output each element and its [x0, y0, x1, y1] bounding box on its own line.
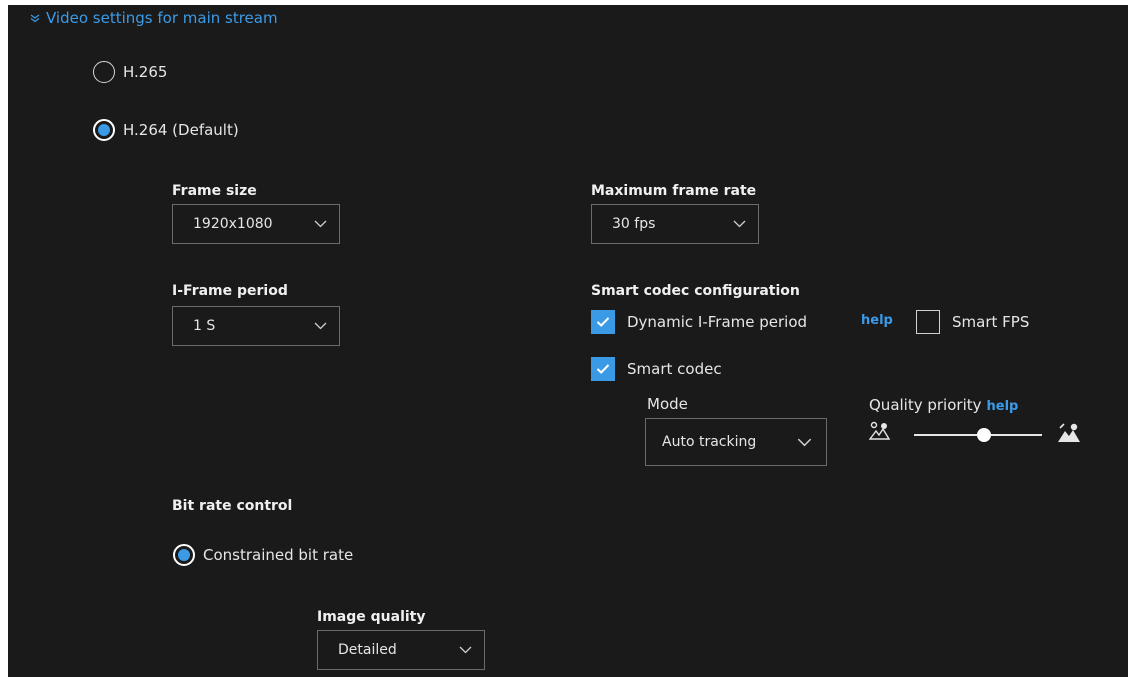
chevron-down-icon — [733, 220, 746, 228]
dynamic-iframe-row: Dynamic I-Frame period — [591, 310, 807, 334]
radio-button[interactable] — [173, 544, 195, 566]
select-value: 1920x1080 — [193, 216, 273, 232]
smart-fps-label: Smart FPS — [952, 313, 1030, 331]
high-quality-icon — [1058, 423, 1080, 442]
frame-size-select[interactable]: 1920x1080 — [172, 204, 340, 244]
quality-priority-header: Quality priority help — [869, 396, 1018, 414]
select-value: Detailed — [338, 642, 397, 658]
radio-constrained-bit-rate[interactable]: Constrained bit rate — [173, 544, 353, 566]
frame-size-label: Frame size — [172, 183, 257, 199]
radio-h264[interactable]: H.264 (Default) — [93, 119, 239, 141]
radio-label: Constrained bit rate — [203, 546, 354, 564]
smart-codec-label: Smart codec — [627, 360, 722, 378]
bit-rate-label: Bit rate control — [172, 498, 293, 514]
chevron-down-icon — [314, 220, 327, 228]
dynamic-iframe-checkbox[interactable] — [591, 310, 615, 334]
checkmark-icon — [596, 364, 610, 374]
select-value: Auto tracking — [662, 434, 757, 450]
chevron-down-icon — [797, 438, 812, 446]
settings-panel: Video settings for main stream H.265 H.2… — [8, 5, 1128, 677]
image-quality-label: Image quality — [317, 609, 426, 625]
iframe-period-label: I-Frame period — [172, 283, 288, 299]
smart-fps-checkbox[interactable] — [916, 310, 940, 334]
radio-h265[interactable]: H.265 — [93, 61, 167, 83]
quality-priority-help-link[interactable]: help — [987, 399, 1019, 414]
chevron-down-icon — [314, 322, 327, 330]
select-value: 30 fps — [612, 216, 656, 232]
radio-label: H.264 (Default) — [123, 121, 239, 139]
radio-label: H.265 — [123, 63, 168, 81]
section-title: Video settings for main stream — [46, 9, 278, 27]
image-quality-select[interactable]: Detailed — [317, 630, 485, 670]
smart-codec-checkbox[interactable] — [591, 357, 615, 381]
smart-codec-config-label: Smart codec configuration — [591, 283, 800, 299]
dynamic-iframe-label: Dynamic I-Frame period — [627, 313, 808, 331]
dynamic-iframe-help-link[interactable]: help — [861, 313, 893, 328]
quality-slider-thumb[interactable] — [977, 428, 992, 442]
checkmark-icon — [596, 317, 610, 327]
radio-button[interactable] — [93, 61, 115, 83]
radio-button[interactable] — [93, 119, 115, 141]
low-quality-icon — [869, 421, 891, 440]
max-frame-rate-label: Maximum frame rate — [591, 183, 757, 199]
quality-priority-label: Quality priority — [869, 396, 982, 414]
select-value: 1 S — [193, 318, 216, 334]
max-frame-rate-select[interactable]: 30 fps — [591, 204, 759, 244]
chevron-down-icon — [459, 646, 472, 654]
section-toggle[interactable]: Video settings for main stream — [30, 9, 278, 27]
smart-codec-row: Smart codec — [591, 357, 722, 381]
smart-fps-row: Smart FPS — [916, 310, 1029, 334]
iframe-period-select[interactable]: 1 S — [172, 306, 340, 346]
mode-label: Mode — [647, 395, 688, 413]
chevron-down-icon — [30, 14, 40, 23]
mode-select[interactable]: Auto tracking — [645, 418, 827, 466]
